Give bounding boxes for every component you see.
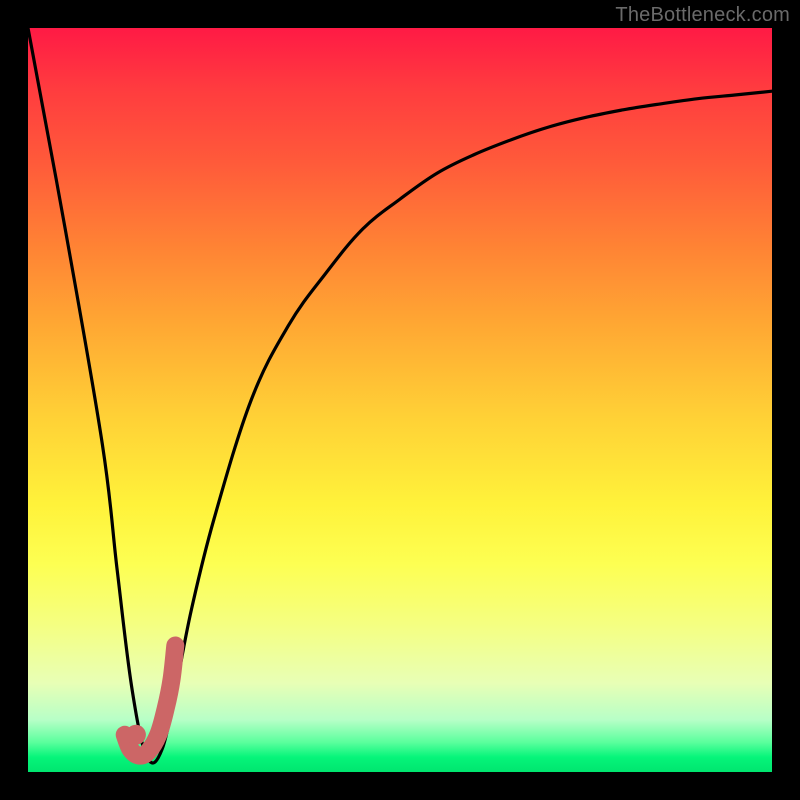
chart-svg [28,28,772,772]
accent-marker-dot [126,725,146,745]
plot-area [28,28,772,772]
watermark-text: TheBottleneck.com [615,4,790,27]
bottleneck-curve [28,28,772,763]
chart-frame: TheBottleneck.com [0,0,800,800]
